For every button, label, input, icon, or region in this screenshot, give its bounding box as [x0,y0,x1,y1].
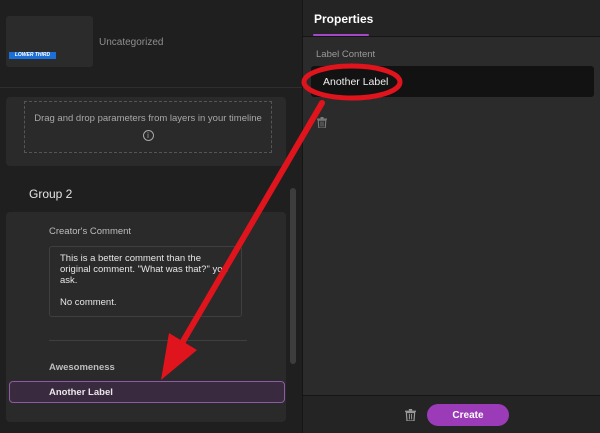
selected-label-item[interactable]: Another Label [9,381,285,403]
tab-properties[interactable]: Properties [314,12,373,26]
label-content-input[interactable] [311,66,594,97]
active-tab-indicator [313,34,369,36]
info-icon[interactable]: i [142,130,154,141]
properties-header: Properties [303,0,600,37]
trash-icon[interactable] [317,117,327,128]
left-panel: LOWER THIRD Uncategorized Drag and drop … [0,0,302,433]
group-2-title: Group 2 [29,187,73,201]
template-thumbnail[interactable]: LOWER THIRD [6,16,93,67]
divider [0,87,302,88]
label-content-label: Label Content [316,49,376,60]
properties-footer: Create [303,395,600,433]
properties-panel: Properties Label Content Create [302,0,600,433]
divider [49,340,247,341]
group-1-panel: Drag and drop parameters from layers in … [6,97,286,166]
creators-comment-label: Creator's Comment [49,226,132,237]
creators-comment-box: This is a better comment than the origin… [49,246,242,317]
dropzone-text: Drag and drop parameters from layers in … [34,113,262,124]
parameter-dropzone[interactable]: Drag and drop parameters from layers in … [24,101,272,153]
awesomeness-label: Awesomeness [49,362,115,373]
group-2-panel: Creator's Comment This is a better comme… [6,212,286,422]
category-label: Uncategorized [99,37,164,48]
comment-paragraph: No comment. [60,297,117,308]
scrollbar[interactable] [290,188,296,364]
comment-paragraph: This is a better comment than the origin… [60,253,228,286]
thumbnail-image: LOWER THIRD [9,52,56,59]
trash-icon[interactable] [405,409,416,421]
create-button[interactable]: Create [427,404,509,426]
